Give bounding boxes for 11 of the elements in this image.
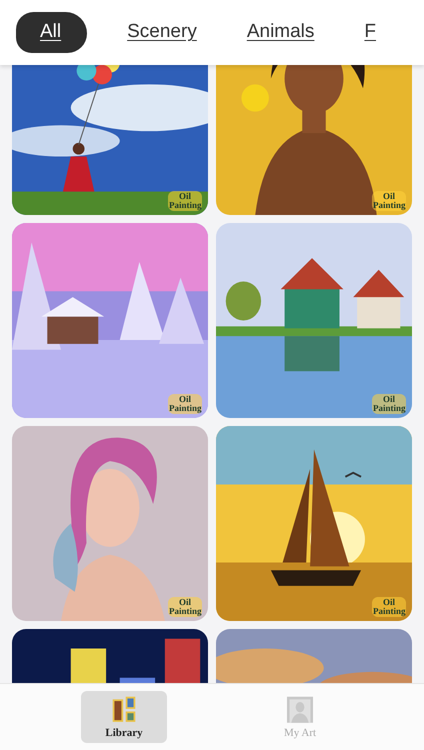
category-tab[interactable]: All [16,12,88,53]
watermark-logo: Oil Painting [372,191,406,211]
category-tab[interactable]: F [354,12,386,53]
watermark-logo: Oil Painting [168,597,202,617]
watermark-logo: Oil Painting [372,597,406,617]
watermark-logo: Oil Painting [372,394,406,414]
nav-tab[interactable]: Library [81,691,167,743]
watermark-logo: Oil Painting [168,191,202,211]
category-tab[interactable]: Scenery [117,12,207,53]
category-tab[interactable]: Animals [236,12,324,53]
watermark-logo: Oil Painting [168,394,202,414]
